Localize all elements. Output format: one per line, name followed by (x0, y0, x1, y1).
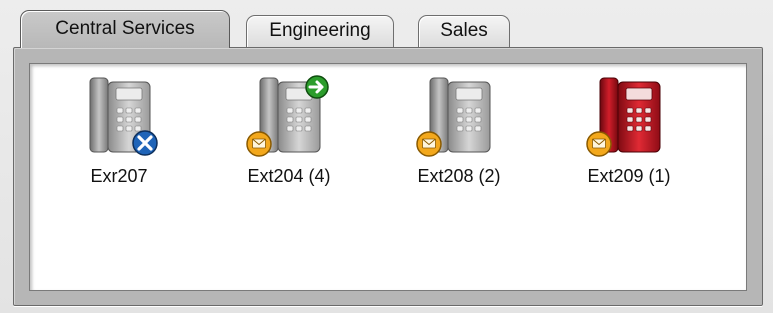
tab-sales[interactable]: Sales (418, 15, 510, 47)
tab-central-services[interactable]: Central Services (20, 10, 230, 48)
extension-monitor-window: Engineering Sales Central Services Exr20… (0, 0, 773, 313)
voicemail-envelope-badge-icon (586, 131, 612, 157)
extension-label: Ext209 (1) (587, 166, 671, 186)
group-tab-bar: Engineering Sales Central Services (20, 10, 760, 48)
desk-phone-red-icon (586, 77, 661, 157)
extensions-list: Exr207 Ext204 (4) Ext208 (2) Ext209 (1) (29, 63, 747, 291)
tab-panel: Exr207 Ext204 (4) Ext208 (2) Ext209 (1) (13, 47, 763, 306)
extension-item-ext209[interactable]: Ext209 (1) (564, 74, 694, 192)
extension-label: Exr207 (90, 166, 148, 186)
voicemail-envelope-badge-icon (246, 131, 272, 157)
extension-item-ext204[interactable]: Ext204 (4) (224, 74, 354, 192)
desk-phone-icon (416, 77, 491, 157)
extension-label: Ext208 (2) (417, 166, 501, 186)
voicemail-envelope-badge-icon (416, 131, 442, 157)
tab-engineering[interactable]: Engineering (246, 15, 394, 47)
extension-label: Ext204 (4) (247, 166, 331, 186)
extension-item-ext208[interactable]: Ext208 (2) (394, 74, 524, 192)
forward-arrow-badge-icon (305, 75, 329, 99)
desk-phone-icon (246, 75, 329, 157)
offline-x-badge-icon (132, 130, 158, 156)
extension-item-exr207[interactable]: Exr207 (54, 74, 184, 192)
desk-phone-icon (89, 77, 158, 156)
